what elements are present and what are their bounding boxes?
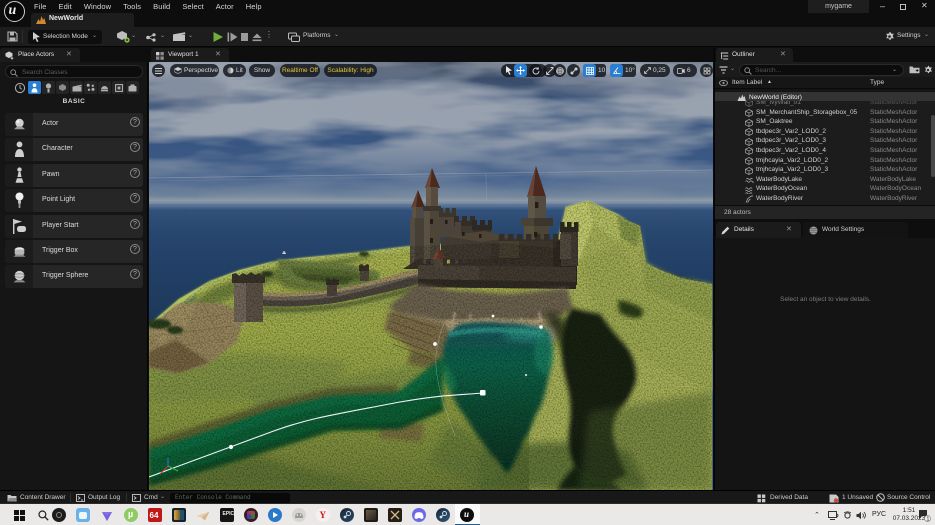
svg-text:1: 1 [926, 517, 929, 522]
